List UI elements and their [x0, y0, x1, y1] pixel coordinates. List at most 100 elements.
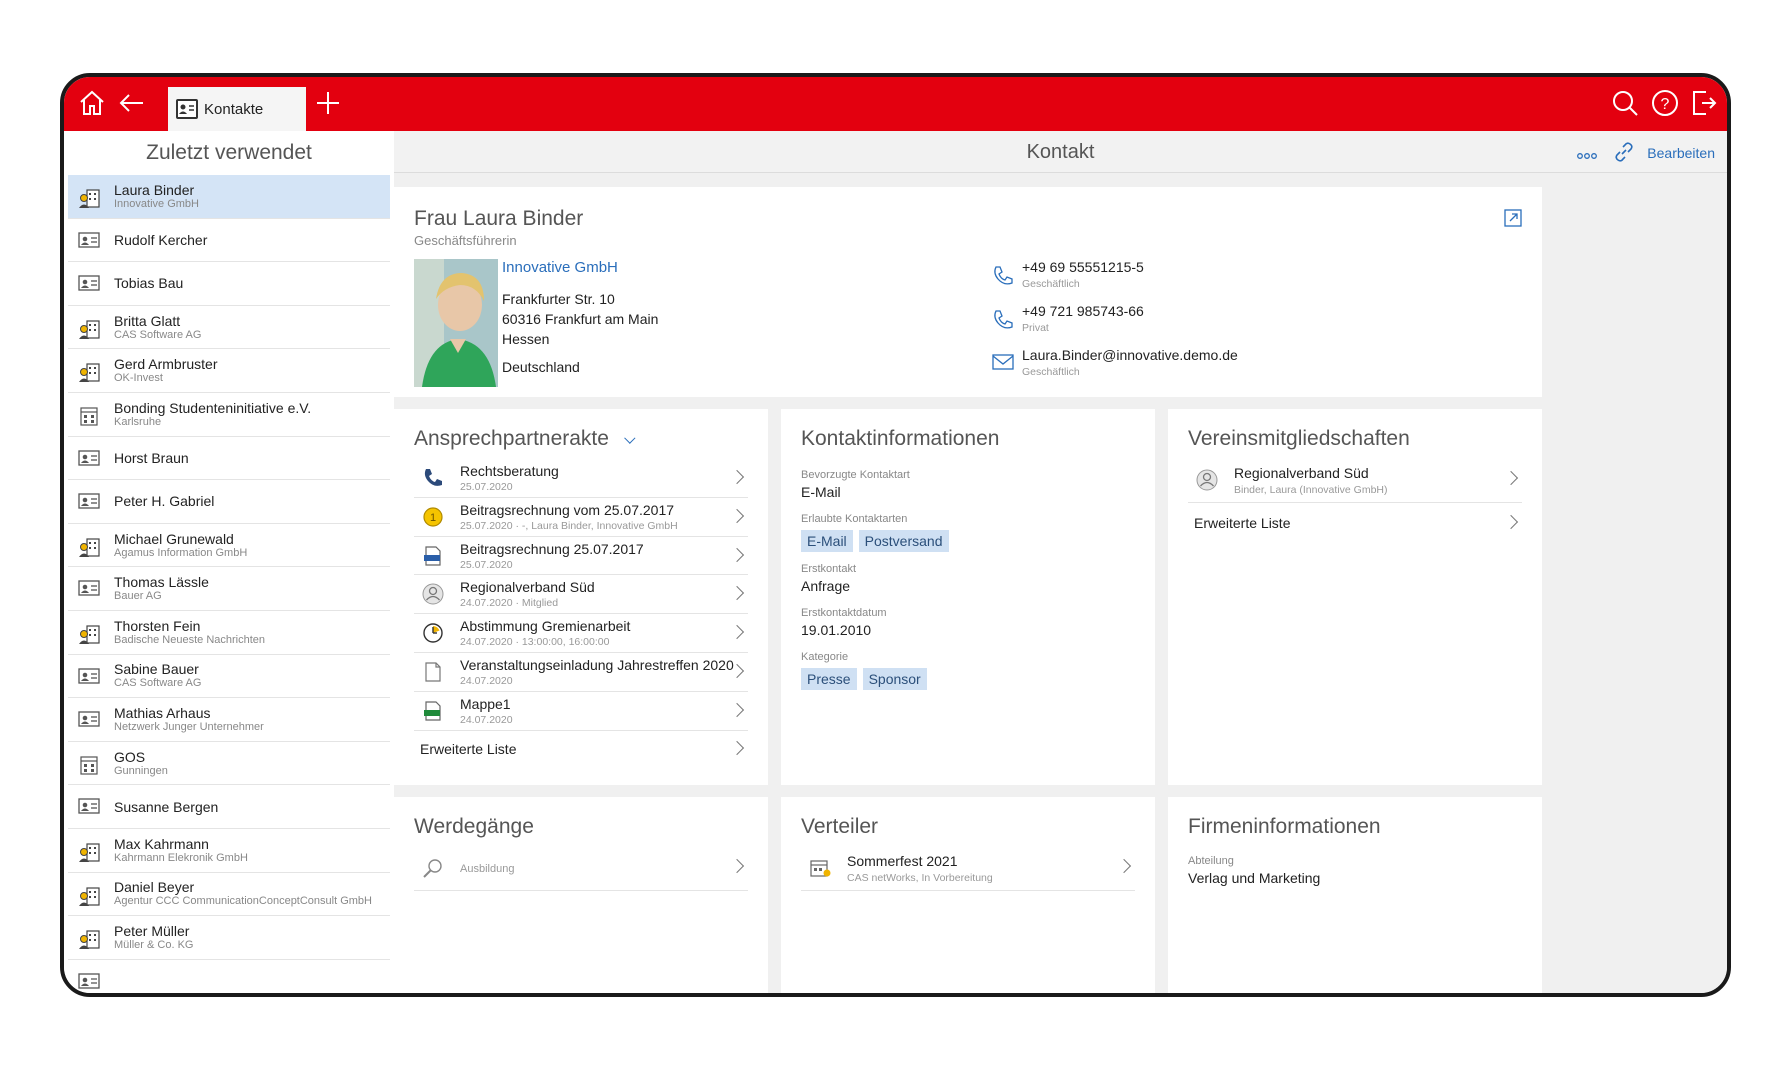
first-contact-date-field: Erstkontaktdatum 19.01.2010: [801, 607, 887, 638]
back-arrow-icon[interactable]: [114, 85, 150, 121]
ansprech-row-sub: 25.07.2020 · -, Laura Binder, Innovative…: [460, 519, 678, 532]
sidebar-item-text: Laura Binder Innovative GmbH: [114, 182, 199, 211]
werdegaenge-row[interactable]: Ausbildung: [414, 847, 748, 891]
ansprech-row-title: Abstimmung Gremienarbeit: [460, 618, 631, 635]
firma-title: Firmeninformationen: [1188, 815, 1381, 838]
ansprech-row[interactable]: Beitragsrechnung 25.07.2017 25.07.2020: [414, 537, 748, 576]
ansprech-row-sub: 24.07.2020 · Mitglied: [460, 597, 559, 610]
phone-private: +49 721 985743-66: [1022, 303, 1144, 319]
sidebar-item-name: Bonding Studenteninitiative e.V.: [114, 399, 312, 416]
sidebar-item[interactable]: Peter H. Gabriel: [68, 480, 390, 524]
ansprech-row-sub: 24.07.2020: [460, 675, 513, 687]
ansprech-row-sub: 24.07.2020 · 13:00:00, 16:00:00: [460, 636, 610, 649]
sidebar-item[interactable]: Horst Braun: [68, 437, 390, 481]
contact-card-icon: [78, 274, 100, 294]
ansprech-row-title: Beitragsrechnung 25.07.2017: [460, 540, 644, 557]
ansprech-row[interactable]: Regionalverband Süd 24.07.2020 · Mitglied: [414, 575, 748, 615]
tab-label: Kontakte: [204, 100, 264, 118]
sidebar-item-sub: Karlsruhe: [114, 415, 162, 428]
phone-private-label: Privat: [1022, 322, 1049, 334]
ansprech-row[interactable]: Mappe1 24.07.2020: [414, 692, 748, 731]
sidebar-item-text: Peter H. Gabriel: [114, 493, 214, 509]
sidebar-item[interactable]: Sabine Bauer CAS Software AG: [68, 655, 390, 699]
sidebar-item[interactable]: Mathias Arhaus Netzwerk Junger Unternehme…: [68, 698, 390, 742]
sidebar-item-name: Daniel Beyer: [114, 879, 195, 896]
address-street: Frankfurter Str. 10: [502, 291, 615, 307]
department-value: Verlag und Marketing: [1188, 870, 1321, 886]
sidebar-item-name: Susanne Bergen: [114, 798, 219, 815]
home-icon[interactable]: [74, 85, 110, 121]
ansprech-row[interactable]: Rechtsberatung 25.07.2020: [414, 459, 748, 498]
more-options-icon[interactable]: [1577, 147, 1597, 163]
ansprech-row[interactable]: 1 Beitragsrechnung vom 25.07.2017 25.07.20…: [414, 498, 748, 537]
person-company-icon: [78, 318, 100, 339]
verein-more-label: Erweiterte Liste: [1194, 515, 1291, 531]
verein-title: Vereinsmitgliedschaften: [1188, 427, 1410, 450]
sidebar-item[interactable]: Michael Grunewald Agamus Information GmbH: [68, 524, 390, 568]
ansprech-row-title: Rechtsberatung: [460, 463, 559, 479]
tab-kontakte[interactable]: Kontakte: [168, 87, 306, 131]
sidebar-item-text: Michael Grunewald Agamus Information GmbH: [114, 531, 247, 560]
chevron-right-icon: [1503, 470, 1519, 486]
edit-button[interactable]: Bearbeiten: [1647, 145, 1715, 161]
person-company-icon: [78, 536, 100, 557]
ansprech-more-link[interactable]: Erweiterte Liste: [414, 729, 748, 773]
person-company-icon: [78, 841, 100, 862]
member-icon: [422, 583, 444, 605]
add-tab-icon[interactable]: [310, 85, 346, 121]
pref-contact-value: E-Mail: [801, 484, 841, 500]
sidebar-item-text: Thorsten Fein Badische Neueste Nachrichte…: [114, 618, 265, 647]
kontaktinformationen-card: Kontaktinformationen Bevorzugte Kontakta…: [781, 409, 1155, 785]
sidebar-item[interactable]: Daniel Beyer Agentur CCC CommunicationCon…: [68, 873, 390, 917]
contact-card: Frau Laura Binder Geschäftsführerin Inno…: [394, 187, 1542, 397]
sidebar-item-name: Sabine Bauer: [114, 661, 199, 678]
link-icon[interactable]: [1613, 141, 1635, 166]
sidebar-item-sub: Bauer AG: [114, 590, 162, 603]
search-icon[interactable]: [1607, 85, 1643, 121]
werdegaenge-card: Werdegänge Ausbildung: [394, 797, 768, 993]
sidebar-item-name: Peter H. Gabriel: [114, 493, 215, 510]
sidebar-item[interactable]: Gerd Armbruster OK-Invest: [68, 349, 390, 393]
ansprech-row-title: Beitragsrechnung vom 25.07.2017: [460, 501, 675, 518]
category-tags: Presse Sponsor: [801, 668, 933, 690]
verein-row[interactable]: Regionalverband Süd Binder, Laura (Innov…: [1188, 459, 1522, 503]
person-company-icon: [78, 361, 100, 383]
contact-photo: [414, 259, 498, 387]
logout-icon[interactable]: [1685, 85, 1721, 121]
verein-more-link[interactable]: Erweiterte Liste: [1188, 503, 1522, 547]
sidebar-item[interactable]: Bonding Studenteninitiative e.V. Karlsruh…: [68, 393, 390, 437]
mail-icon: [992, 353, 1014, 376]
sidebar-item[interactable]: Susanne Bergen: [68, 785, 390, 829]
contact-card-icon: [78, 579, 100, 599]
sidebar-item-text: Britta Glatt CAS Software AG: [114, 313, 201, 342]
allowed-contact-label: Erlaubte Kontaktarten: [801, 513, 908, 525]
sidebar-item-name: Michael Grunewald: [114, 530, 234, 547]
sidebar-item[interactable]: Thorsten Fein Badische Neueste Nachrichte…: [68, 611, 390, 655]
sidebar-item[interactable]: Rudolf Kercher: [68, 219, 390, 263]
sidebar-item[interactable]: Max Kahrmann Kahrmann Elekronik GmbH: [68, 829, 390, 873]
ansprechpartnerakte-title[interactable]: Ansprechpartnerakte: [414, 427, 636, 451]
sidebar-item[interactable]: Peter Müller Müller & Co. KG: [68, 916, 390, 960]
sidebar-item[interactable]: GOS Gunningen: [68, 742, 390, 786]
sidebar-item[interactable]: Thomas Lässle Bauer AG: [68, 567, 390, 611]
tag-postversand: Postversand: [858, 530, 949, 552]
verteiler-row[interactable]: Sommerfest 2021 CAS netWorks, In Vorbere…: [801, 847, 1135, 891]
sidebar-item-sub: CAS Software AG: [114, 328, 202, 341]
pref-contact-field: Bevorzugte Kontaktart E-Mail: [801, 469, 910, 500]
company-link[interactable]: Innovative GmbH: [502, 259, 618, 276]
sidebar-item[interactable]: [68, 960, 390, 993]
sidebar-item-text: Sabine Bauer CAS Software AG: [114, 661, 201, 690]
sidebar-item[interactable]: Tobias Bau: [68, 262, 390, 306]
sidebar-item[interactable]: Laura Binder Innovative GmbH: [68, 175, 390, 219]
ansprech-row[interactable]: Veranstaltungseinladung Jahrestreffen 20…: [414, 653, 748, 692]
sidebar-item-name: Britta Glatt: [114, 312, 181, 329]
phone-icon: [422, 467, 444, 489]
recent-sidebar: Zuletzt verwendet Laura Binder Innovative…: [64, 131, 394, 993]
person-company-icon: [78, 885, 100, 906]
allowed-tags: E-Mail Postversand: [801, 530, 955, 552]
sidebar-item[interactable]: Britta Glatt CAS Software AG: [68, 306, 390, 350]
first-contact-field: Erstkontakt Anfrage: [801, 563, 856, 594]
ansprech-row[interactable]: Abstimmung Gremienarbeit 24.07.2020 · 13:…: [414, 614, 748, 653]
open-external-icon[interactable]: [1504, 209, 1522, 232]
help-icon[interactable]: ?: [1647, 85, 1683, 121]
